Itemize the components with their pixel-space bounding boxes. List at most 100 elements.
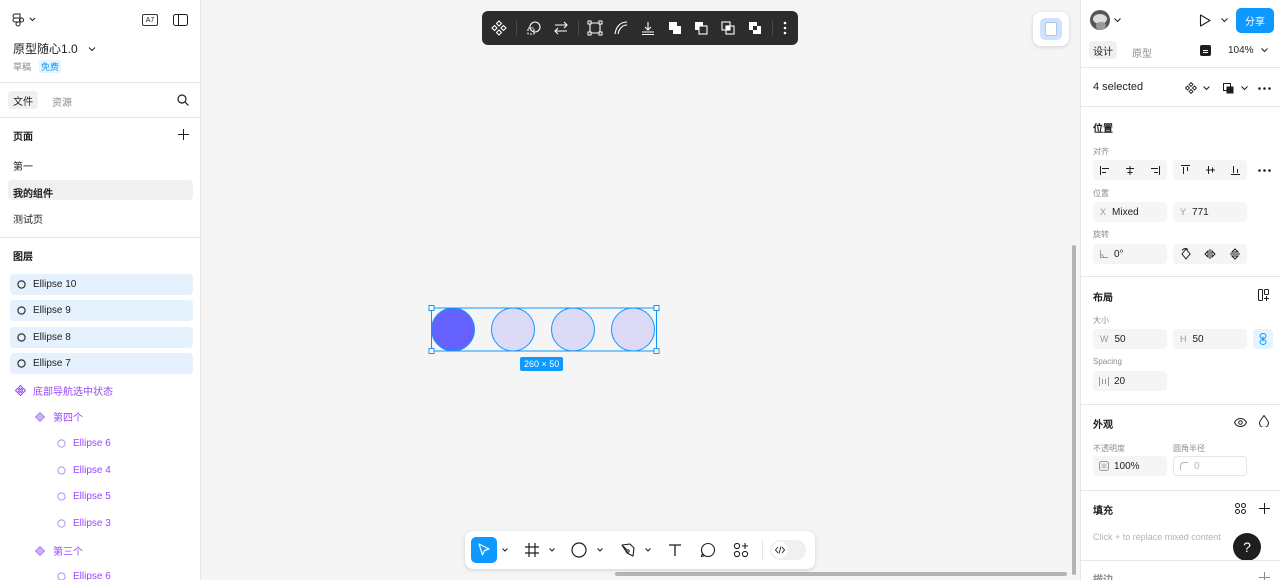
main-menu-button[interactable] bbox=[12, 12, 36, 28]
visibility-toggle[interactable] bbox=[1232, 415, 1248, 429]
rotation-input[interactable]: 0° bbox=[1093, 244, 1167, 264]
spacing-input[interactable]: 20 bbox=[1093, 371, 1167, 391]
layer-ellipse-5[interactable]: Ellipse 5 bbox=[10, 486, 193, 507]
more-options-button[interactable] bbox=[778, 19, 792, 37]
align-bottom-button[interactable] bbox=[639, 19, 657, 37]
shape-tool-button[interactable] bbox=[570, 541, 588, 559]
avatar[interactable] bbox=[1090, 10, 1110, 30]
text-tool-button[interactable] bbox=[666, 541, 684, 559]
chevron-down-icon[interactable] bbox=[502, 548, 508, 552]
chevron-down-icon[interactable] bbox=[549, 548, 555, 552]
copy-properties-button[interactable] bbox=[1221, 81, 1235, 95]
align-bottom-icon[interactable] bbox=[1229, 164, 1241, 176]
resize-handle[interactable] bbox=[653, 305, 660, 311]
chevron-down-icon[interactable] bbox=[1221, 18, 1228, 23]
chevron-down-icon[interactable] bbox=[1114, 18, 1121, 23]
add-page-button[interactable] bbox=[176, 127, 190, 141]
y-position-input[interactable]: Y 771 bbox=[1173, 202, 1247, 222]
add-stroke-button[interactable] bbox=[1257, 570, 1271, 580]
layer-ellipse-9[interactable]: Ellipse 9 bbox=[10, 300, 193, 321]
chevron-down-icon[interactable] bbox=[597, 548, 603, 552]
tab-prototype[interactable]: 原型 bbox=[1132, 45, 1152, 60]
more-options-button[interactable] bbox=[1256, 81, 1272, 95]
toggle-sidebar-button[interactable] bbox=[172, 13, 188, 27]
drafts-label[interactable]: 草稿 bbox=[13, 60, 31, 73]
layer-ellipse-6-b[interactable]: Ellipse 6 bbox=[10, 566, 193, 580]
layer-ellipse-10[interactable]: Ellipse 10 bbox=[10, 274, 193, 295]
chevron-down-icon[interactable] bbox=[1203, 86, 1210, 91]
ai-icon[interactable]: A7 bbox=[142, 14, 158, 26]
opacity-input[interactable]: 100% bbox=[1093, 456, 1167, 476]
boolean-subtract-button[interactable] bbox=[692, 19, 710, 37]
layer-ellipse-6[interactable]: Ellipse 6 bbox=[10, 433, 193, 454]
file-name[interactable]: 原型随心1.0 bbox=[13, 40, 96, 57]
layer-ellipse-4[interactable]: Ellipse 4 bbox=[10, 460, 193, 481]
outline-stroke-button[interactable] bbox=[586, 19, 604, 37]
more-align-button[interactable] bbox=[1256, 163, 1272, 177]
present-button[interactable] bbox=[1197, 12, 1213, 28]
width-input[interactable]: W 50 bbox=[1093, 329, 1167, 349]
align-left-icon[interactable] bbox=[1099, 164, 1111, 176]
boolean-union-button[interactable] bbox=[666, 19, 684, 37]
mode-icon[interactable] bbox=[1200, 45, 1211, 56]
create-component-button[interactable] bbox=[1184, 81, 1198, 95]
page-item-my-components[interactable]: 我的组件 bbox=[8, 180, 193, 200]
align-right-icon[interactable] bbox=[1149, 164, 1161, 176]
ellipse-8[interactable] bbox=[551, 307, 595, 352]
chevron-down-icon[interactable] bbox=[1241, 86, 1248, 91]
layer-instance-fourth[interactable]: 第四个 bbox=[10, 406, 193, 427]
vertical-scrollbar[interactable] bbox=[1072, 245, 1076, 575]
page-item-test[interactable]: 测试页 bbox=[13, 211, 43, 226]
comment-tool-button[interactable] bbox=[699, 541, 717, 559]
ellipse-9[interactable] bbox=[491, 307, 535, 352]
flip-vertical-icon[interactable] bbox=[1228, 247, 1242, 261]
tab-assets[interactable]: 资源 bbox=[52, 94, 72, 109]
align-middle-icon[interactable] bbox=[1204, 164, 1216, 176]
resize-handle[interactable] bbox=[428, 348, 435, 354]
actions-button[interactable] bbox=[732, 541, 750, 559]
layer-instance-third[interactable]: 第三个 bbox=[10, 540, 193, 561]
constrain-proportions-button[interactable] bbox=[1253, 329, 1273, 349]
ellipse-10[interactable] bbox=[431, 307, 475, 352]
zoom-dropdown[interactable]: 104% bbox=[1228, 45, 1268, 56]
blend-mode-button[interactable] bbox=[1257, 414, 1271, 428]
page-item-first[interactable]: 第一 bbox=[13, 158, 33, 173]
layer-ellipse-3[interactable]: Ellipse 3 bbox=[10, 513, 193, 534]
tab-design[interactable]: 设计 bbox=[1089, 41, 1117, 59]
ellipse-7[interactable] bbox=[611, 307, 655, 352]
rotate-icon[interactable] bbox=[1179, 247, 1193, 261]
resize-handle[interactable] bbox=[428, 305, 435, 311]
chevron-down-icon[interactable] bbox=[645, 548, 651, 552]
canvas[interactable]: 260 × 50 bbox=[201, 0, 1079, 580]
mask-button[interactable] bbox=[525, 19, 543, 37]
help-button[interactable]: ? bbox=[1233, 533, 1261, 561]
plugin-widget-button[interactable] bbox=[1033, 12, 1069, 46]
horizontal-scrollbar[interactable] bbox=[615, 572, 1067, 576]
layer-ellipse-7[interactable]: Ellipse 7 bbox=[10, 353, 193, 374]
styles-button[interactable] bbox=[1233, 501, 1247, 515]
share-button[interactable]: 分享 bbox=[1236, 8, 1274, 33]
resize-handle[interactable] bbox=[653, 348, 660, 354]
layer-ellipse-8[interactable]: Ellipse 8 bbox=[10, 327, 193, 348]
selection-group[interactable] bbox=[423, 300, 663, 360]
flip-horizontal-icon[interactable] bbox=[1203, 247, 1217, 261]
swap-button[interactable] bbox=[552, 19, 570, 37]
search-button[interactable] bbox=[176, 93, 190, 107]
layer-component-bottom-nav[interactable]: 底部导航选中状态 bbox=[10, 380, 193, 401]
boolean-exclude-button[interactable] bbox=[746, 19, 764, 37]
align-center-horizontal-icon[interactable] bbox=[1124, 164, 1136, 176]
height-input[interactable]: H 50 bbox=[1173, 329, 1247, 349]
create-component-button[interactable] bbox=[490, 19, 508, 37]
frame-tool-button[interactable] bbox=[523, 541, 541, 559]
add-fill-button[interactable] bbox=[1257, 501, 1271, 515]
corner-radius-input[interactable]: 0 bbox=[1173, 456, 1247, 476]
auto-layout-button[interactable] bbox=[1257, 288, 1271, 302]
pen-tool-button[interactable] bbox=[619, 541, 637, 559]
dev-mode-toggle[interactable] bbox=[770, 540, 806, 560]
tab-file[interactable]: 文件 bbox=[8, 91, 38, 109]
pen-button[interactable] bbox=[612, 19, 630, 37]
align-top-icon[interactable] bbox=[1179, 164, 1191, 176]
boolean-intersect-button[interactable] bbox=[719, 19, 737, 37]
x-position-input[interactable]: X Mixed bbox=[1093, 202, 1167, 222]
move-tool-button[interactable] bbox=[471, 537, 497, 563]
